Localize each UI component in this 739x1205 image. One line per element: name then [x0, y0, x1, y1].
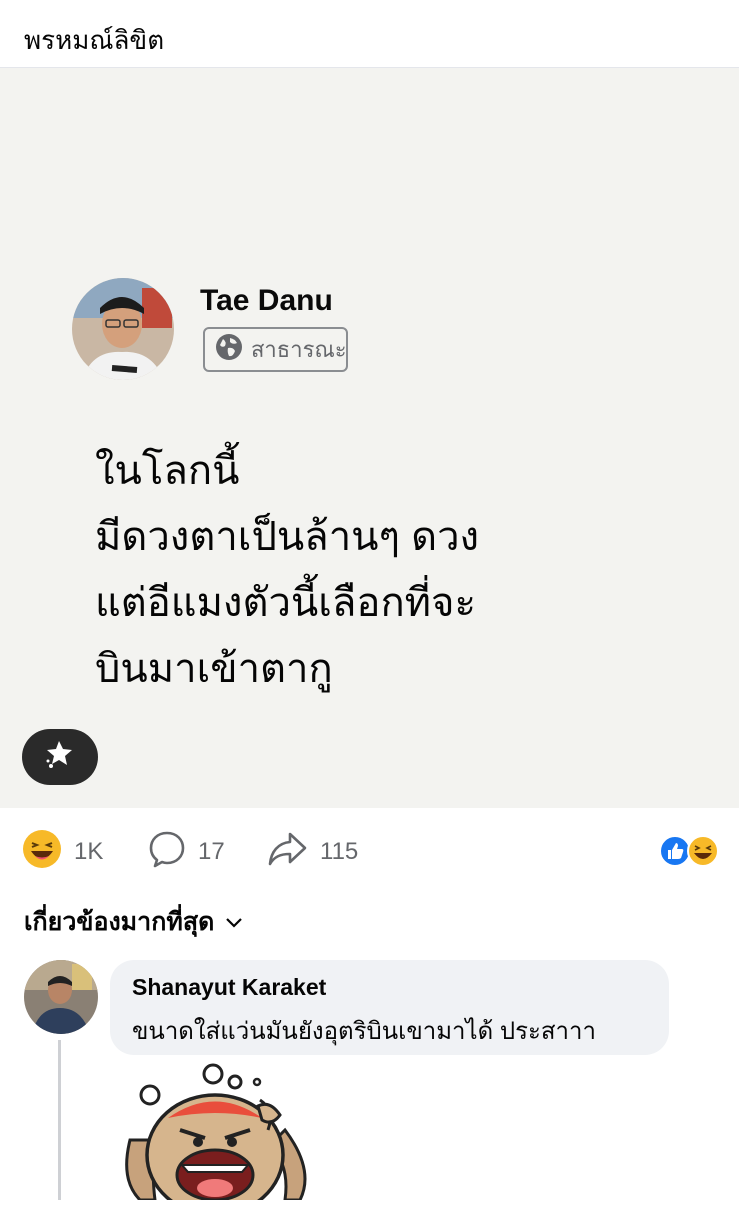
comment-author-avatar[interactable]: [24, 960, 98, 1034]
post-stats-bar: 1K 17 115: [0, 808, 739, 894]
globe-icon: [215, 333, 243, 366]
comment-button[interactable]: 17: [148, 830, 225, 875]
post-author-name[interactable]: Tae Danu: [200, 284, 333, 318]
haha-icon: [22, 829, 62, 876]
comment-text: ขนาดใส่แว่นมันยังอุตริบินเขามาได้ ประสาา…: [132, 1018, 596, 1045]
comment-sticker[interactable]: [110, 1060, 320, 1205]
privacy-badge[interactable]: สาธารณะ: [203, 327, 348, 372]
share-icon: [268, 830, 308, 875]
comment-author-name[interactable]: Shanayut Karaket: [132, 974, 647, 1001]
thread-line: [58, 1040, 61, 1200]
reaction-summary[interactable]: [659, 835, 719, 872]
reaction-button[interactable]: 1K: [22, 829, 104, 872]
post-line: ในโลกนี้: [95, 449, 240, 493]
comment-sort-dropdown[interactable]: เกี่ยวข้องมากที่สุด: [24, 902, 244, 942]
haha-small-icon: [687, 835, 719, 872]
comment-count: 17: [198, 838, 225, 865]
page-title: พรหมณ์ลิขิต: [24, 25, 165, 55]
reaction-count: 1K: [74, 838, 104, 865]
author-avatar[interactable]: [72, 278, 174, 380]
comment-sort-label: เกี่ยวข้องมากที่สุด: [24, 908, 215, 936]
post-line: แต่อีแมงตัวนี้เลือกที่จะ: [95, 581, 476, 625]
share-button[interactable]: 115: [268, 832, 358, 872]
post-line: มีดวงตาเป็นล้านๆ ดวง: [95, 515, 480, 559]
privacy-label: สาธารณะ: [251, 337, 347, 362]
sparkle-icon: [43, 738, 77, 777]
post-text: ในโลกนี้ มีดวงตาเป็นล้านๆ ดวง แต่อีแมงตั…: [95, 438, 479, 702]
sparkle-button[interactable]: [22, 729, 98, 785]
top-bar: พรหมณ์ลิขิต: [0, 0, 739, 68]
post-line: บินมาเข้าตากู: [95, 647, 333, 691]
chevron-down-icon: [224, 908, 244, 937]
share-count: 115: [320, 838, 359, 865]
comment-icon: [148, 830, 186, 875]
comment-bubble[interactable]: Shanayut Karaket ขนาดใส่แว่นมันยังอุตริบ…: [110, 960, 669, 1055]
